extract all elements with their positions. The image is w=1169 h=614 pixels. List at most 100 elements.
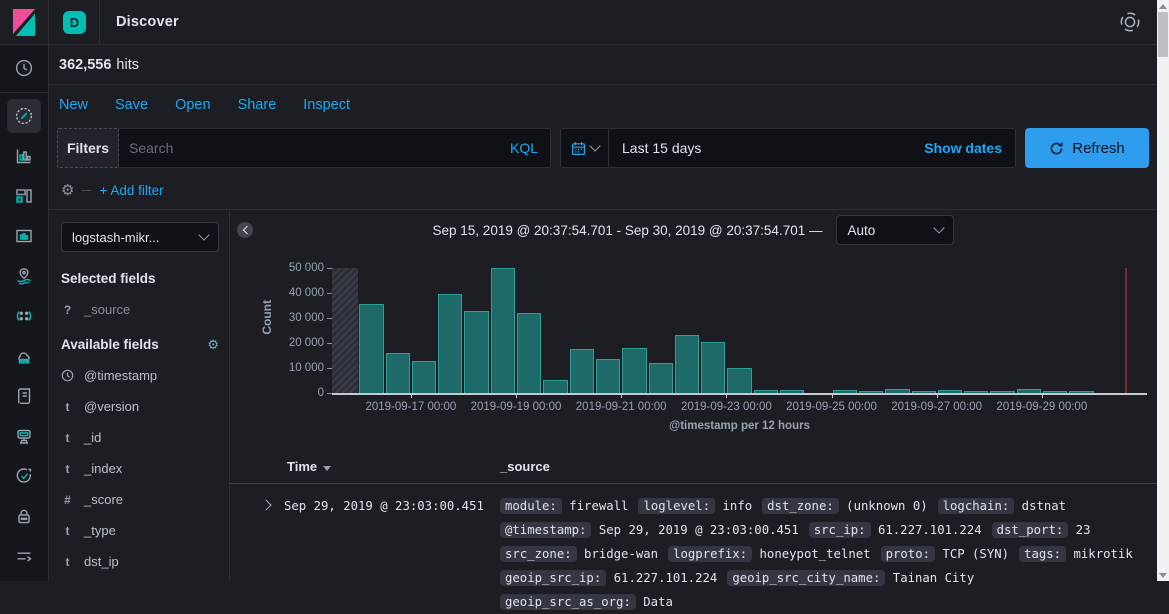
rail-divider bbox=[0, 92, 48, 93]
field-type-icon: t bbox=[65, 523, 70, 538]
nav-machine-learning[interactable] bbox=[7, 299, 41, 333]
histogram-bar[interactable] bbox=[359, 304, 384, 393]
nav-link-share[interactable]: Share bbox=[238, 97, 277, 113]
histogram-bar[interactable] bbox=[701, 342, 726, 393]
histogram-slot bbox=[569, 268, 595, 393]
histogram-header: Sep 15, 2019 @ 20:37:54.701 - Sep 30, 20… bbox=[230, 210, 1157, 250]
histogram-slot bbox=[832, 268, 858, 393]
filter-options-gear-icon[interactable]: ⚙ bbox=[61, 183, 74, 198]
field-name: _score bbox=[84, 492, 124, 507]
field-item-_source[interactable]: ? _source bbox=[61, 302, 219, 317]
nav-link-inspect[interactable]: Inspect bbox=[303, 97, 350, 113]
filters-button[interactable]: Filters bbox=[57, 128, 119, 168]
nav-logs[interactable] bbox=[7, 379, 41, 413]
source-field-value: (unknown 0) bbox=[838, 499, 928, 513]
collapse-sidebar-button[interactable] bbox=[237, 222, 253, 238]
vertical-scrollbar[interactable] bbox=[1157, 0, 1169, 581]
histogram-bar[interactable] bbox=[727, 368, 752, 393]
scroll-up-arrow[interactable] bbox=[1157, 0, 1169, 12]
y-tick-mark bbox=[327, 268, 332, 269]
expand-row-button[interactable] bbox=[260, 494, 284, 614]
nav-canvas[interactable] bbox=[7, 219, 41, 253]
row-source-cell[interactable]: module: firewall loglevel: info dst_zone: … bbox=[500, 494, 1157, 614]
field-name: @version bbox=[84, 399, 140, 414]
discover-body: logstash-mikr... Selected fields ? _sourc… bbox=[49, 210, 1157, 610]
selected-fields-heading: Selected fields bbox=[61, 271, 156, 286]
field-item-dst_ip[interactable]: t dst_ip bbox=[61, 554, 219, 569]
nav-discover[interactable] bbox=[7, 99, 41, 133]
y-tick-label: 40 000 bbox=[288, 287, 324, 299]
index-pattern-select[interactable]: logstash-mikr... bbox=[61, 222, 219, 252]
kql-language-button[interactable]: KQL bbox=[510, 140, 550, 156]
nav-link-save[interactable]: Save bbox=[115, 97, 148, 113]
date-quick-select-button[interactable] bbox=[561, 129, 609, 167]
y-tick-label: 0 bbox=[317, 387, 324, 399]
add-filter-link[interactable]: + Add filter bbox=[99, 183, 163, 198]
histogram-bar[interactable] bbox=[674, 334, 700, 393]
histogram-bar[interactable] bbox=[517, 313, 542, 393]
field-item-_index[interactable]: t _index bbox=[61, 461, 219, 476]
x-tick-mark bbox=[936, 393, 938, 398]
source-field-dst_zone: dst_zone: (unknown 0) bbox=[762, 494, 928, 518]
scroll-down-arrow[interactable] bbox=[1157, 569, 1169, 581]
histogram-bar[interactable] bbox=[569, 348, 594, 393]
nav-siem[interactable] bbox=[7, 499, 41, 533]
nav-recently-viewed[interactable] bbox=[7, 51, 41, 85]
field-item-_score[interactable]: # _score bbox=[61, 492, 219, 507]
y-tick-mark bbox=[327, 318, 332, 319]
histogram-bar[interactable] bbox=[490, 268, 516, 393]
apm-icon bbox=[17, 429, 31, 444]
field-settings-gear-icon[interactable]: ⚙ bbox=[207, 338, 219, 351]
nav-link-new[interactable]: New bbox=[59, 97, 88, 113]
nav-link-open[interactable]: Open bbox=[175, 97, 210, 113]
field-name: @timestamp bbox=[84, 368, 158, 383]
compass-icon bbox=[15, 107, 33, 125]
histogram-bar[interactable] bbox=[648, 362, 673, 393]
kibana-logo[interactable] bbox=[0, 0, 49, 44]
nav-metrics[interactable] bbox=[7, 339, 41, 373]
field-name: dst_ip bbox=[84, 554, 119, 569]
field-item-_type[interactable]: t _type bbox=[61, 523, 219, 538]
show-dates-link[interactable]: Show dates bbox=[924, 140, 1002, 156]
source-field-key: src_ip: bbox=[808, 522, 871, 538]
histogram-slot bbox=[463, 268, 489, 393]
field-item-@timestamp[interactable]: @timestamp bbox=[61, 368, 219, 383]
histogram-bar[interactable] bbox=[622, 347, 647, 393]
nav-apm[interactable] bbox=[7, 419, 41, 453]
search-input[interactable] bbox=[119, 129, 510, 167]
histogram-bar[interactable] bbox=[595, 359, 621, 393]
nav-visualize[interactable] bbox=[7, 139, 41, 173]
source-field-logchain: logchain: dstnat bbox=[937, 494, 1066, 518]
nav-dashboard[interactable] bbox=[7, 179, 41, 213]
newsfeed-button[interactable] bbox=[1119, 11, 1141, 33]
time-column-label: Time bbox=[287, 459, 318, 474]
row-time-cell[interactable]: Sep 29, 2019 @ 23:03:00.451 bbox=[284, 494, 500, 614]
interval-select[interactable]: Auto bbox=[836, 215, 955, 245]
histogram-slot bbox=[595, 268, 621, 393]
nav-maps[interactable] bbox=[7, 259, 41, 293]
refresh-button[interactable]: Refresh bbox=[1025, 128, 1149, 168]
field-item-@version[interactable]: t @version bbox=[61, 399, 219, 414]
histogram-bar[interactable] bbox=[438, 294, 463, 393]
source-field-value: TCP (SYN) bbox=[935, 547, 1010, 561]
histogram-bar[interactable] bbox=[464, 310, 489, 393]
date-range-display[interactable]: Last 15 days Show dates bbox=[609, 129, 1015, 167]
source-field-loglevel: loglevel: info bbox=[638, 494, 752, 518]
histogram-slot bbox=[385, 268, 411, 393]
discover-app-badge[interactable]: D bbox=[63, 10, 86, 34]
histogram-bar[interactable] bbox=[411, 360, 437, 393]
source-field-key: loglevel: bbox=[638, 498, 716, 514]
column-header-time[interactable]: Time bbox=[287, 459, 500, 474]
histogram-bar[interactable] bbox=[385, 353, 410, 393]
nav-uptime[interactable] bbox=[7, 459, 41, 493]
histogram-plot-area[interactable]: 2019-09-17 00:00 2019-09-19 00:00 2019-09-… bbox=[332, 268, 1147, 413]
bar-chart-icon bbox=[16, 149, 31, 164]
date-field-icon bbox=[61, 369, 74, 382]
histogram-bar[interactable] bbox=[543, 380, 568, 393]
collapse-navigation-button[interactable] bbox=[7, 539, 41, 573]
field-type-icon: t bbox=[65, 461, 70, 476]
field-item-_id[interactable]: t _id bbox=[61, 430, 219, 445]
histogram-slot bbox=[674, 268, 700, 393]
fields-sidebar: logstash-mikr... Selected fields ? _sourc… bbox=[49, 210, 229, 581]
scrollbar-thumb[interactable] bbox=[1158, 12, 1168, 57]
